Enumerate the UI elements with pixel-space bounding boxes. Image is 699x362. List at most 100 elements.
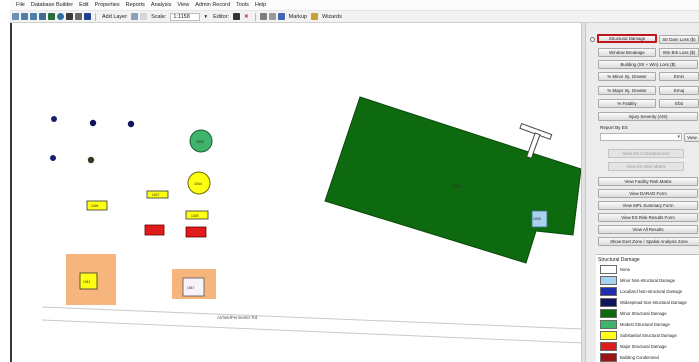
menu-analysis[interactable]: Analysis [151,2,171,8]
chevron-down-icon: ▾ [677,134,680,140]
wizard-icon[interactable] [311,13,318,20]
building-1001-label: 1001 [452,184,463,189]
menu-admin-record[interactable]: Admin Record [195,2,230,8]
menu-database-builder[interactable]: Database Builder [31,2,73,8]
legend-item: Minor Structural Damage [600,308,699,319]
road-line-top [41,306,584,330]
legend-swatch [600,331,617,340]
str-dam-loss-button[interactable]: Str Dam Loss ($) [659,35,699,44]
table-icon[interactable] [259,13,267,20]
view-mpl-summary-form-button[interactable]: View MPL Summary Form [598,201,698,210]
building-1027-label: 1027 [152,193,160,197]
legend-label: Major Structural Damage [620,344,667,349]
view-button[interactable]: View [684,133,699,142]
toolbar-separator-2 [254,12,256,21]
layer-icon[interactable] [131,13,139,20]
building-1041-label: 1041 [83,280,91,284]
legend-swatch [600,298,617,307]
menu-edit[interactable]: Edit [79,2,88,8]
menu-bar: File Database Builder Edit Properties Re… [10,0,699,11]
menu-file[interactable]: File [16,2,25,8]
legend-title: Structural Damage [598,257,640,263]
save-icon[interactable] [66,13,73,20]
view-all-results-button[interactable]: View All Results [598,225,698,234]
menu-tools[interactable]: Tools [236,2,249,8]
scale-dropdown-icon[interactable]: ▾ [204,14,207,20]
building-1044-label: 1044 [194,182,202,186]
fatality-button[interactable]: % Fatality [598,99,656,108]
editor-label[interactable]: Editor: [213,14,229,20]
legend-item: Substantial Structural Damage [600,330,699,341]
zoom-out-icon[interactable] [30,13,37,20]
structural-damage-legend: Structural Damage None Minor Non-structu… [596,254,699,362]
legend-swatch [600,309,617,318]
show-exet-zone-button[interactable]: Show Exet Zone / Spatial Analysis Zone [598,237,699,246]
map-canvas[interactable]: AirfieldPerimeter Rd 1001 1005 1043 1044… [10,23,585,362]
full-extent-icon[interactable] [48,13,55,20]
view-facility-risk-matrix-button[interactable]: View Facility Risk Matrix [598,177,698,186]
emin-button[interactable]: Emin [659,72,699,81]
legend-label: Widespread Non-structural Damage [620,300,687,305]
menu-reports[interactable]: Reports [126,2,145,8]
view-es-risk-matrix-button[interactable]: View ES Risk Matrix [608,162,684,171]
view-darad-form-button[interactable]: View DARAD Form [598,189,698,198]
legend-item: None [600,264,699,275]
print-icon[interactable] [75,13,82,20]
toolbar: Add Layer Scale: 1:1158 ▾ Editor: ✕ Mark… [10,11,699,23]
major-injury-button[interactable]: % Major Inj. Greater [598,86,656,95]
win-brk-loss-button[interactable]: Win Brk Loss ($) [659,48,699,57]
legend-item: Widespread Non-structural Damage [600,297,699,308]
grid-icon[interactable] [268,13,276,20]
wizards-button[interactable]: Wizards [322,14,342,20]
report-by-es-label: Report By ES [600,125,628,130]
road-line-bottom [41,319,584,344]
legend-label: Minor Non-structural Damage [620,278,675,283]
legend-label: Modest Structural Damage [620,322,670,327]
building-loss-button[interactable]: Building (Str + Win) Loss ($) [598,60,698,69]
structural-damage-button[interactable]: Structural Damage [597,34,657,43]
marker-navy-1 [51,116,57,122]
legend-label: Building Condemned [620,355,659,360]
marker-navy-4 [50,155,56,161]
building-red-2 [185,226,207,238]
marker-navy-2 [89,119,97,127]
delete-icon[interactable]: ✕ [244,14,249,20]
layer-dropdown-icon[interactable] [140,13,148,20]
pan-icon[interactable] [39,13,46,20]
map-svg[interactable]: AirfieldPerimeter Rd 1001 1005 1043 1044… [12,23,585,362]
legend-item: Localized Non-structural Damage [600,286,699,297]
identify-icon[interactable] [84,13,91,20]
report-by-es-select[interactable]: ▾ [600,133,682,141]
legend-label: None [620,267,631,272]
select-tool-icon[interactable] [12,13,19,20]
road-label: AirfieldPerimeter Rd [217,315,258,320]
menu-help[interactable]: Help [255,2,266,8]
structural-damage-radio[interactable] [590,37,595,42]
markup-icon[interactable] [277,13,285,20]
window-breakage-button[interactable]: Window Breakage [598,48,656,57]
toolbar-separator [95,12,96,21]
legend-swatch [600,353,617,362]
edit-tool-icon[interactable] [233,13,241,20]
building-red-1 [144,224,165,236]
building-1026-label: 1026 [91,204,99,208]
zoom-in-icon[interactable] [21,13,28,20]
legend-swatch [600,287,617,296]
menu-view[interactable]: View [177,2,189,8]
add-layer-button[interactable]: Add Layer [102,14,127,20]
marker-navy-5 [87,156,95,164]
injury-severity-button[interactable]: Injury Severity (AIS) [598,112,698,121]
minor-injury-button[interactable]: % Minor Inj. Greater [598,72,656,81]
globe-icon[interactable] [57,13,64,20]
markup-button[interactable]: Markup [289,14,307,20]
scale-input[interactable]: 1:1158 [170,12,201,21]
legend-item: Building Condemned [600,352,699,362]
legend-swatch [600,342,617,351]
marker-navy-3 [127,120,135,128]
view-es-risk-results-form-button[interactable]: View ES Risk Results Form [598,213,698,222]
menu-properties[interactable]: Properties [95,2,120,8]
legend-label: Minor Structural Damage [620,311,667,316]
emaj-button[interactable]: Emaj [659,86,699,95]
efat-button[interactable]: Efat [659,99,699,108]
view-es-consequences-button[interactable]: View ES Consequences [608,149,684,158]
